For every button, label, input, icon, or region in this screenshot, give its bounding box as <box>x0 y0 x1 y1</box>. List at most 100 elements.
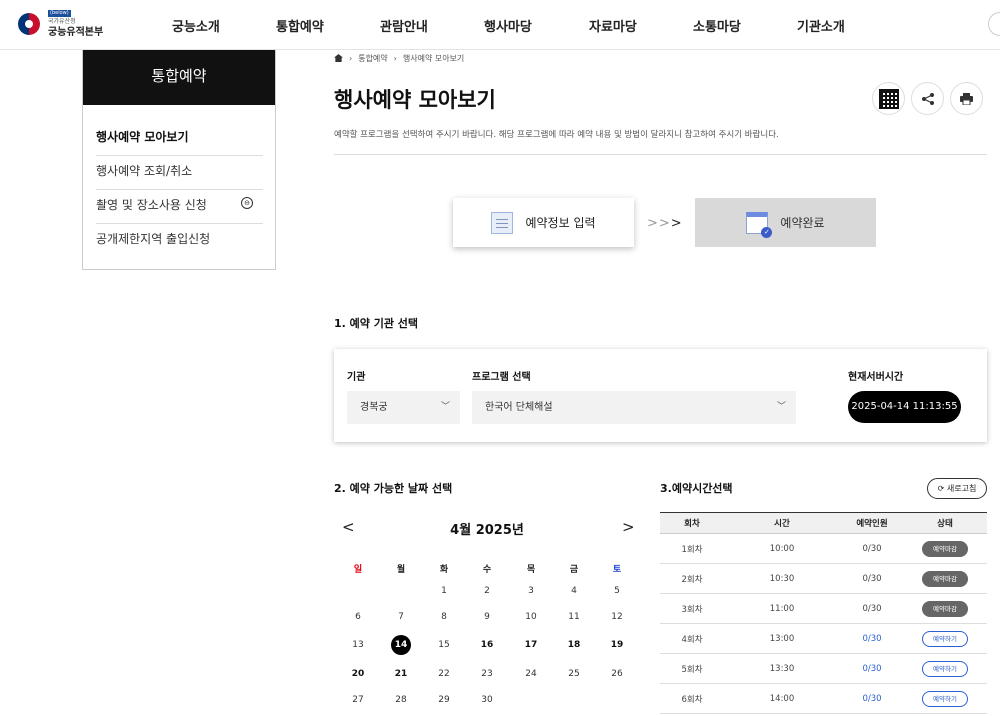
reserve-button[interactable]: 예약하기 <box>922 690 968 707</box>
sidebar-item-restricted-area[interactable]: 공개제한지역 출입신청 <box>96 230 263 257</box>
page-title: 행사예약 모아보기 <box>334 88 496 112</box>
status-cell: 예약하기 <box>912 624 978 653</box>
time-cell: 11:00 <box>769 603 795 614</box>
qr-code-icon <box>878 88 899 109</box>
section-title-time: 3.예약시간선택 <box>660 482 733 495</box>
calendar-day: 28 <box>395 695 407 705</box>
qr-button[interactable] <box>872 82 905 115</box>
nav-item[interactable]: 자료마당 <box>589 16 637 35</box>
logo-tag: (below) <box>48 10 71 17</box>
calendar-day: 1 <box>441 586 447 596</box>
home-icon[interactable] <box>334 54 343 62</box>
calendar-day[interactable]: 20 <box>343 669 373 679</box>
calendar-day: 4 <box>571 586 577 596</box>
calendar-check-icon <box>746 211 773 238</box>
calendar-day: 11 <box>568 612 580 622</box>
status-badge-closed: 예약마감 <box>922 540 968 557</box>
search-button[interactable] <box>988 12 1000 36</box>
round-cell: 1회차 <box>681 544 703 555</box>
breadcrumb-item[interactable]: 통합예약 <box>358 54 387 63</box>
column-header: 회차 <box>684 519 700 529</box>
calendar-day[interactable]: 19 <box>602 640 632 650</box>
calendar-day: 7 <box>398 612 404 622</box>
table-row: 5회차 13:30 0/30 예약하기 <box>660 654 987 684</box>
nav-item[interactable]: 소통마당 <box>693 16 741 35</box>
table-header: 회차 시간 예약인원 상태 <box>660 512 987 534</box>
count-cell: 0/30 <box>862 603 882 614</box>
nav-item[interactable]: 관람안내 <box>380 16 428 35</box>
calendar-day: 9 <box>484 612 490 622</box>
column-header: 시간 <box>774 519 790 529</box>
column-header: 예약인원 <box>856 519 888 529</box>
calendar-day[interactable]: 18 <box>559 640 589 650</box>
calendar-day: 8 <box>441 612 447 622</box>
print-button[interactable] <box>950 82 983 115</box>
weekday-label: 월 <box>396 565 406 575</box>
calendar-day: 12 <box>611 612 623 622</box>
reserve-button[interactable]: 예약하기 <box>922 630 968 647</box>
table-row: 2회차 10:30 0/30 예약마감 <box>660 564 987 594</box>
calendar-day[interactable]: 17 <box>516 640 546 650</box>
weekday-label: 수 <box>482 565 492 575</box>
nav-item[interactable]: 기관소개 <box>797 16 845 35</box>
time-cell: 14:00 <box>769 693 795 704</box>
logo-sub: 국가유산청 <box>48 18 76 25</box>
step-label: 예약정보 입력 <box>525 216 596 230</box>
server-time-label: 현재서버시간 <box>848 372 904 383</box>
round-cell: 4회차 <box>681 634 703 645</box>
breadcrumb-item[interactable]: 행사예약 모아보기 <box>403 54 464 63</box>
share-button[interactable] <box>911 82 944 115</box>
weekday-label: 토 <box>612 565 622 575</box>
calendar-day[interactable]: 16 <box>472 640 502 650</box>
time-cell: 13:00 <box>769 633 795 644</box>
print-icon <box>960 92 973 105</box>
count-cell: 0/30 <box>862 663 882 674</box>
status-cell: 예약하기 <box>912 684 978 713</box>
logo-name: 궁능유적본부 <box>48 27 104 38</box>
calendar-day: 26 <box>611 669 623 679</box>
page-description: 예약할 프로그램을 선택하여 주시기 바랍니다. 해당 프로그램에 따라 예약 … <box>334 130 779 140</box>
round-cell: 6회차 <box>681 694 703 705</box>
sidebar-item-filming[interactable]: 촬영 및 장소사용 신청 ⊖ <box>96 196 263 224</box>
table-body: 1회차 10:00 0/30 예약마감 2회차 10:30 0/30 예약마감 3회차 11:00… <box>660 534 987 714</box>
time-cell: 13:30 <box>769 663 795 674</box>
site-logo[interactable]: (below) 국가유산청 궁능유적본부 <box>18 9 108 41</box>
column-header: 상태 <box>937 519 953 529</box>
refresh-button[interactable]: ⟳ 새로고침 <box>927 478 987 499</box>
count-cell: 0/30 <box>862 543 882 554</box>
reserve-button[interactable]: 예약하기 <box>922 660 968 677</box>
sidebar-title: 통합예약 <box>83 50 275 105</box>
count-cell: 0/30 <box>862 573 882 584</box>
calendar-day: 15 <box>438 640 450 650</box>
nav-item[interactable]: 통합예약 <box>276 16 324 35</box>
weekday-label: 금 <box>569 565 579 575</box>
time-cell: 10:00 <box>769 543 795 554</box>
calendar-day: 5 <box>614 586 620 596</box>
calendar-day: 30 <box>481 695 493 705</box>
round-cell: 3회차 <box>681 604 703 615</box>
status-cell: 예약하기 <box>912 654 978 683</box>
sidebar-item-event-overview[interactable]: 행사예약 모아보기 <box>96 128 263 156</box>
count-cell: 0/30 <box>862 633 882 644</box>
weekday-label: 목 <box>526 565 536 575</box>
section-title-date: 2. 예약 가능한 날짜 선택 <box>334 482 453 495</box>
status-badge-closed: 예약마감 <box>922 570 968 587</box>
expand-toggle-icon[interactable]: ⊖ <box>241 197 253 209</box>
program-select[interactable]: 한국어 단체해설 ﹀ <box>472 391 796 424</box>
calendar-day-selected[interactable]: 14 <box>391 635 411 655</box>
calendar-day: 3 <box>528 586 534 596</box>
next-month-button[interactable]: > <box>622 518 635 536</box>
calendar-day[interactable]: 21 <box>386 669 416 679</box>
calendar-day: 2 <box>484 586 490 596</box>
refresh-label: 새로고침 <box>946 484 977 493</box>
nav-item[interactable]: 행사마당 <box>484 16 532 35</box>
weekday-label: 일 <box>353 565 363 575</box>
program-label: 프로그램 선택 <box>472 372 531 383</box>
org-select[interactable]: 경복궁 ﹀ <box>347 391 460 424</box>
time-cell: 10:30 <box>769 573 795 584</box>
nav-item[interactable]: 궁능소개 <box>172 16 220 35</box>
calendar-day: 29 <box>438 695 450 705</box>
step-arrows-icon: >>> <box>647 216 683 231</box>
step-reservation-complete: 예약완료 <box>695 198 876 247</box>
sidebar-item-event-lookup[interactable]: 행사예약 조회/취소 <box>96 162 263 190</box>
